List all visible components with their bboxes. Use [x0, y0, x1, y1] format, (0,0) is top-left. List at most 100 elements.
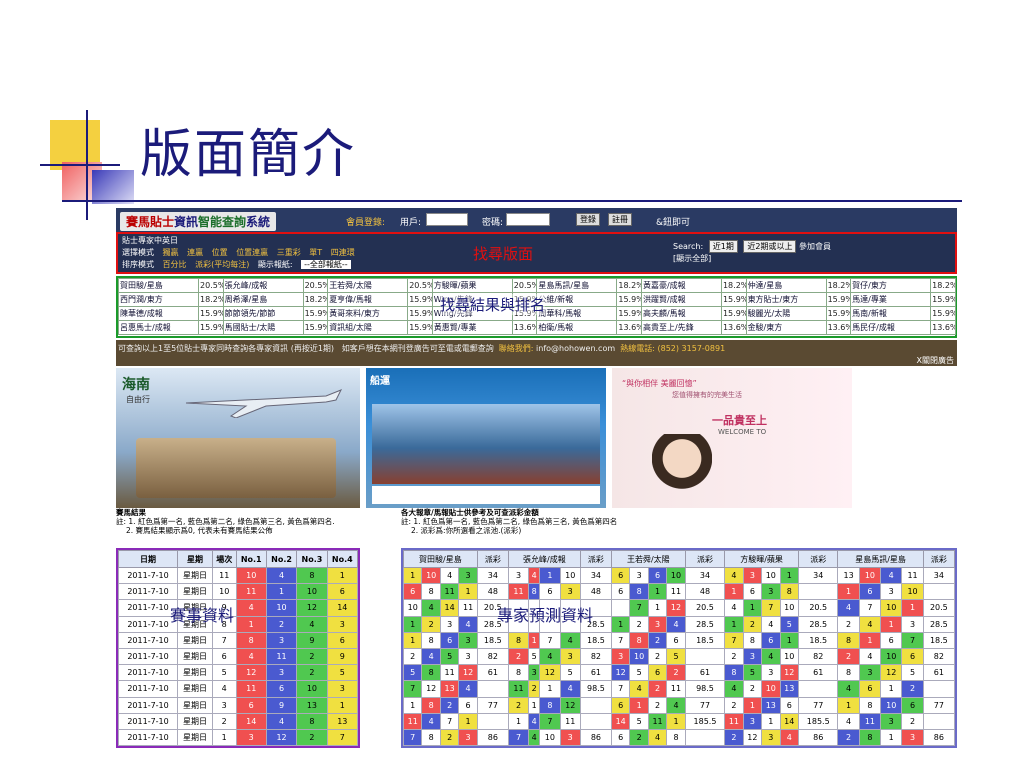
expert-cell: 7 [439, 712, 460, 730]
race-cell: 8 [235, 631, 267, 649]
race-cell: 4 [296, 615, 328, 633]
ad-jewellery[interactable]: “與你相伴 美麗回憶” 您值得擁有的完美生活 一品貴至上 WELCOME TO [612, 368, 852, 508]
mode-radio-quartet[interactable]: 四連環 [331, 248, 355, 257]
expert-name-cell[interactable]: 高貴至上/先鋒 [640, 320, 722, 335]
expert-cell: 3 [880, 583, 903, 601]
expert-name-cell[interactable]: 高夫麟/馬報 [640, 306, 722, 321]
expert-name-cell[interactable]: 駿麗光/太陽 [745, 306, 827, 321]
recent-2-button[interactable]: 近2期或以上 [743, 240, 797, 253]
race-cell: 9 [326, 647, 359, 666]
password-input[interactable] [506, 213, 550, 226]
race-cell: 8 [296, 566, 328, 585]
mode-radio-place-quinella[interactable]: 位置連贏 [236, 248, 268, 257]
expert-cell: 34 [579, 566, 612, 585]
info-text-b: 如客戶想在本網刊登廣告可至電或電郵查詢 [341, 344, 494, 353]
mode-radio-win[interactable]: 獨贏 [163, 248, 179, 257]
expert-name-cell[interactable]: 賀仔/東方 [850, 278, 932, 293]
expert-cell: 2 [647, 696, 668, 714]
expert-cell: 5 [528, 647, 541, 666]
expert-cell: 2 [742, 615, 763, 633]
expert-name-cell[interactable]: 黃嘉豪/成報 [640, 278, 722, 293]
mode-radio-single-t[interactable]: 單T [309, 248, 322, 257]
expert-group-header: 王若舜/太陽 [610, 550, 686, 568]
contact-email[interactable]: info@hohowen.com [536, 344, 615, 353]
expert-name-cell[interactable]: 仲達/星島 [745, 278, 827, 293]
expert-name-cell[interactable]: 洪躍賢/成報 [640, 292, 722, 307]
expert-name-cell[interactable]: 王若舜/太陽 [327, 278, 409, 293]
expert-cell: 3 [742, 647, 763, 666]
close-ad-link[interactable]: X關閉廣告 [917, 355, 954, 366]
expert-cell [579, 696, 612, 714]
expert-cell: 4 [458, 615, 478, 633]
expert-name-cell[interactable]: 資訊組/太陽 [327, 320, 409, 335]
expert-name-cell[interactable]: 節節領先/節節 [222, 306, 304, 321]
expert-cell: 82 [579, 647, 612, 666]
expert-cell: 12 [559, 696, 581, 714]
username-input[interactable] [426, 213, 468, 226]
ad-shipping[interactable]: 船運 [366, 368, 606, 508]
site-logo[interactable]: 賽馬貼士資訊智能查詢系統 [120, 212, 277, 231]
show-all-link[interactable]: [顯示全部] [673, 254, 711, 263]
expert-name-cell[interactable]: 金駿/東方 [745, 320, 827, 335]
expert-cell: 10 [421, 566, 441, 585]
race-cell: 10 [235, 566, 267, 585]
ad-hainan-travel[interactable]: 海南 自由行 [116, 368, 360, 508]
recent-1-button[interactable]: 近1期 [708, 240, 738, 253]
expert-cell: 10 [402, 599, 423, 617]
expert-name-cell[interactable]: 柏衛/馬報 [536, 320, 618, 335]
expert-cell: 2 [421, 615, 441, 633]
expert-name-cell[interactable]: 馬達/專業 [850, 292, 932, 307]
expert-name-cell[interactable]: 張允峰/成報 [222, 278, 304, 293]
expert-name-cell[interactable]: 周希澤/星島 [222, 292, 304, 307]
ranking-area-annotation: 找尋結果與排名 [440, 294, 546, 315]
expert-cell: 4 [439, 566, 460, 585]
race-cell: 1 [211, 728, 237, 747]
expert-name-cell[interactable]: 黃哥來料/東方 [327, 306, 409, 321]
mode-radio-tierce[interactable]: 三重彩 [277, 248, 301, 257]
expert-name-cell[interactable]: 周華科/馬報 [536, 306, 618, 321]
expert-cell: 1 [647, 583, 668, 601]
percent-cell: 15.9% [198, 306, 224, 321]
percent-cell: 15.9% [616, 306, 642, 321]
race-row: 2011-7-10 星期日 2 14 4 8 13 [117, 712, 359, 730]
mode-radio-quinella[interactable]: 連贏 [187, 248, 203, 257]
expert-name-cell[interactable]: 夏亨偉/馬報 [327, 292, 409, 307]
member-login-label: 會員登錄: [346, 218, 386, 228]
logo-part-b: 資訊 [174, 215, 199, 229]
expert-cell: 82 [476, 647, 509, 666]
join-member-text[interactable]: 參加會員 [799, 242, 831, 251]
race-cell: 2011-7-10 [117, 664, 179, 682]
expert-name-cell[interactable]: 方駿暉/蘋果 [431, 278, 513, 293]
expert-name-cell[interactable]: 星島馬訊/星島 [536, 278, 618, 293]
expert-name-cell[interactable]: 西門潤/東方 [118, 292, 199, 307]
sort-radio-payout[interactable]: 派彩(平均每注) [195, 260, 249, 269]
info-bar: 可查詢以上1至5位貼士專家同時查詢各專家資訊 (再按近1期) 如客戶想在本網刊登… [116, 340, 957, 366]
race-cell: 6 [235, 696, 267, 714]
expert-name-cell[interactable]: 賀田駿/星島 [118, 278, 199, 293]
expert-name-cell[interactable]: 呂惠馬士/成報 [118, 320, 199, 335]
register-button[interactable]: 註冊 [608, 213, 632, 226]
expert-cell: 10 [629, 647, 649, 666]
login-button[interactable]: 登錄 [576, 213, 600, 226]
race-cell: 12 [235, 664, 267, 682]
newspaper-select[interactable]: --全部報紙-- [301, 260, 351, 269]
expert-name-cell[interactable]: 馬南/新報 [850, 306, 932, 321]
expert-cell: 6 [610, 696, 631, 714]
mode-radio-place[interactable]: 位置 [212, 248, 228, 257]
expert-row: 5 8 11 12 61 8 3 12 5 61 12 5 6 2 61 8 5 3 12 61 8 3 12 5 61 [402, 664, 956, 682]
expert-area-annotation: 專家預測資料 [497, 606, 594, 625]
race-row: 2011-7-10 星期日 7 8 3 9 6 [117, 631, 359, 649]
sort-radio-percent[interactable]: 百分比 [163, 260, 187, 269]
expert-cell: 3 [439, 615, 460, 633]
expert-name-cell[interactable]: 東方貼士/東方 [745, 292, 827, 307]
race-cell: 13 [326, 712, 359, 730]
race-cell: 3 [326, 615, 359, 633]
expert-name-cell[interactable]: 公維/新報 [536, 292, 618, 307]
expert-name-cell[interactable]: 馬國貼士/太陽 [222, 320, 304, 335]
expert-name-cell[interactable]: 陳華德/成報 [118, 306, 199, 321]
expert-name-cell[interactable]: 黃惠賢/專業 [431, 320, 513, 335]
race-cell: 星期日 [177, 712, 213, 730]
expert-name-cell[interactable]: 馬民仔/成報 [850, 320, 932, 335]
expert-cell: 2 [402, 647, 423, 666]
expert-cell: 3 [458, 566, 478, 585]
